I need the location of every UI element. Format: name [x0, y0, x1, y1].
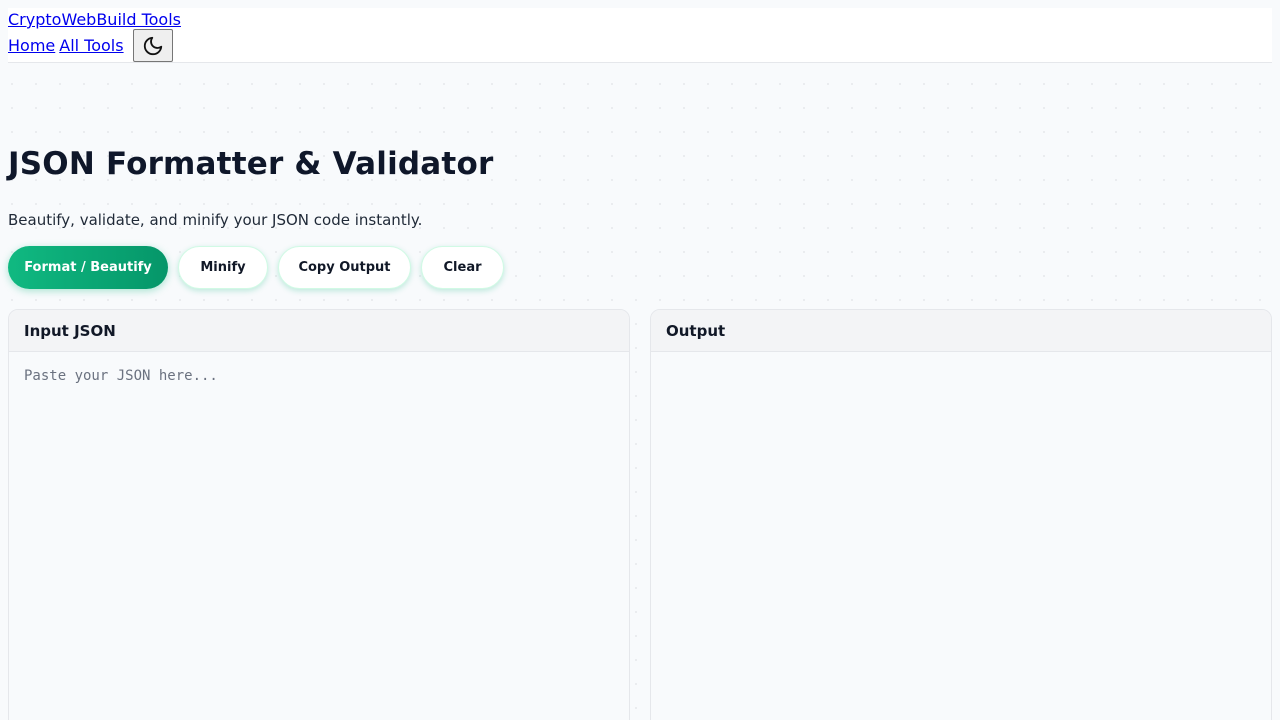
nav-link-home[interactable]: Home	[8, 36, 55, 55]
moon-icon	[143, 36, 163, 55]
minify-button[interactable]: Minify	[178, 246, 268, 289]
output-panel-title: Output	[651, 310, 1271, 352]
clear-button[interactable]: Clear	[421, 246, 504, 289]
theme-toggle-button[interactable]	[133, 29, 173, 62]
top-navigation-bar: CryptoWebBuild Tools Home All Tools	[8, 8, 1272, 63]
input-panel: Input JSON	[8, 309, 630, 720]
output-panel: Output	[650, 309, 1272, 720]
page-subtitle: Beautify, validate, and minify your JSON…	[8, 211, 423, 229]
copy-output-button[interactable]: Copy Output	[278, 246, 411, 289]
input-panel-title: Input JSON	[9, 310, 629, 352]
json-output-area[interactable]	[651, 352, 1271, 720]
page-title: JSON Formatter & Validator	[8, 146, 494, 182]
json-input-textarea[interactable]	[9, 352, 629, 720]
nav-link-all-tools[interactable]: All Tools	[59, 36, 123, 55]
brand-link[interactable]: CryptoWebBuild Tools	[8, 10, 181, 29]
main-nav: Home All Tools	[8, 36, 128, 55]
format-beautify-button[interactable]: Format / Beautify	[8, 246, 168, 289]
